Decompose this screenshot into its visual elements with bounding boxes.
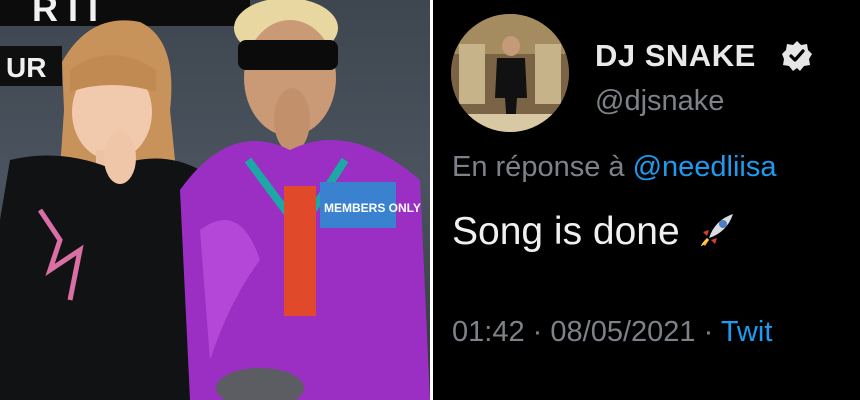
photo-panel: RTI UR MEMBERS ONLY	[0, 0, 430, 400]
avatar-photo	[451, 14, 569, 132]
avatar[interactable]	[451, 14, 569, 132]
meta-separator-2: ·	[703, 316, 714, 348]
tweet-source-link[interactable]: Twit	[721, 316, 773, 348]
tweet-time: 01:42	[452, 316, 525, 348]
woman-hand	[104, 132, 136, 184]
woman-top	[0, 155, 210, 400]
tweet-date: 08/05/2021	[550, 316, 696, 348]
verified-badge-icon	[782, 41, 812, 71]
reply-prefix: En réponse à	[452, 151, 625, 183]
display-name[interactable]: DJ SNAKE	[595, 38, 756, 74]
meta-separator: ·	[532, 316, 543, 348]
rocket-icon	[700, 214, 733, 246]
tweet-meta: 01:42 · 08/05/2021 · Twit	[452, 316, 772, 349]
tweet-card: DJ SNAKE @djsnake En réponse à @needliis…	[433, 0, 860, 400]
man-shirt	[284, 186, 316, 316]
reply-context: En réponse à @needliisa	[452, 151, 777, 184]
user-handle[interactable]: @djsnake	[595, 85, 724, 118]
man-sunglasses	[238, 40, 338, 70]
man-jacket-patch-text: MEMBERS ONLY	[324, 201, 421, 215]
man-hand	[274, 88, 310, 152]
photo-illustration: MEMBERS ONLY	[0, 0, 430, 400]
tweet-body: Song is done	[452, 210, 737, 254]
tweet-text: Song is done	[452, 210, 680, 253]
reply-to-link[interactable]: @needliisa	[633, 151, 777, 183]
